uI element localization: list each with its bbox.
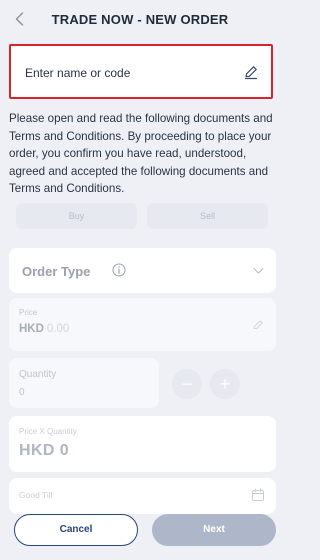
total-label: Price X Quantity [19,427,77,436]
quantity-label: Quantity [19,369,57,380]
price-currency: HKD [19,323,44,335]
terms-notice: Please open and read the following docum… [9,112,273,196]
header: TRADE NOW - NEW ORDER [0,0,280,42]
search-placeholder[interactable]: Enter name or code [25,66,130,80]
good-till-label: Good Till [19,490,53,500]
page-title: TRADE NOW - NEW ORDER [51,12,229,27]
total-value: HKD 0 [19,442,70,459]
order-type-label: Order Type [22,264,91,279]
sell-button[interactable]: Sell [147,203,268,229]
quantity-increment-button[interactable]: + [210,369,240,399]
pencil-icon[interactable] [243,64,259,80]
quantity-field[interactable]: Quantity 0 [9,358,159,408]
info-icon[interactable] [112,263,126,277]
pencil-icon[interactable] [252,318,264,330]
buy-button[interactable]: Buy [16,203,137,229]
chevron-down-icon[interactable] [252,264,265,277]
calendar-icon[interactable] [251,488,265,502]
price-times-quantity-field: Price X Quantity HKD 0 [9,416,276,472]
price-amount: 0.00 [46,323,70,335]
price-value[interactable]: HKD 0.00 [19,323,69,335]
quantity-decrement-button[interactable]: − [172,369,202,399]
price-field[interactable]: Price HKD 0.00 [9,298,276,351]
quantity-value[interactable]: 0 [19,387,25,398]
good-till-field[interactable]: Good Till [9,478,276,514]
cancel-button[interactable]: Cancel [14,514,138,546]
stock-search-field[interactable]: Enter name or code [9,44,273,99]
next-button[interactable]: Next [152,514,276,546]
price-label: Price [19,308,38,317]
order-type-select[interactable]: Order Type [9,248,276,293]
